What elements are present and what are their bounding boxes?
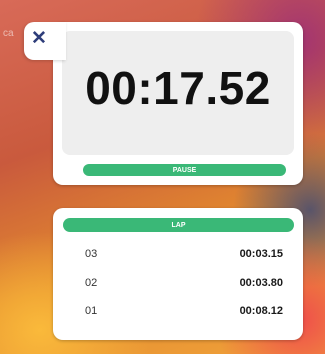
stopwatch-timer-card: 00:17.52 PAUSE	[53, 22, 303, 185]
lap-row: 03 00:03.15	[85, 245, 283, 263]
lap-row: 01 00:08.12	[85, 302, 283, 320]
lap-button[interactable]: LAP	[63, 218, 294, 232]
lap-time: 00:03.15	[239, 248, 283, 260]
lap-time: 00:08.12	[239, 305, 283, 317]
lap-number: 03	[85, 248, 98, 260]
lap-time: 00:03.80	[239, 277, 283, 289]
pause-button[interactable]: PAUSE	[83, 164, 286, 176]
elapsed-time-display: 00:17.52	[85, 62, 271, 114]
lap-number: 02	[85, 277, 98, 289]
background-edge-glyph: ca	[3, 28, 14, 39]
lap-number: 01	[85, 305, 98, 317]
laps-card: LAP 03 00:03.15 02 00:03.80 01 00:08.12	[53, 208, 303, 340]
lap-row: 02 00:03.80	[85, 274, 283, 292]
time-display-panel: 00:17.52	[62, 31, 294, 155]
close-icon[interactable]: ✕	[28, 27, 50, 49]
